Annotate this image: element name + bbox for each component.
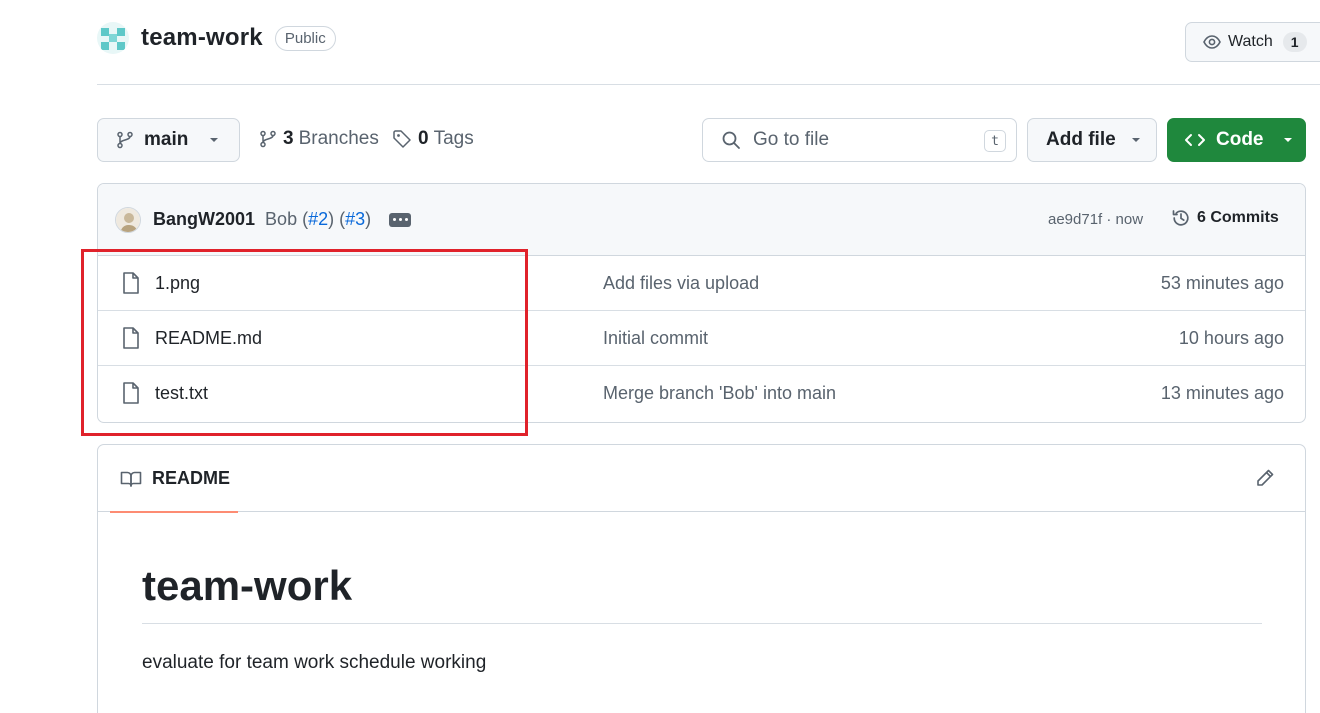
file-icon xyxy=(122,327,140,349)
latest-commit-bar: BangW2001 Bob (#2) (#3) ae9d71f · now 6 … xyxy=(98,184,1305,256)
author-avatar[interactable] xyxy=(115,206,141,233)
file-name[interactable]: 1.png xyxy=(155,273,200,294)
commits-label: 6 Commits xyxy=(1197,209,1279,226)
chevron-down-icon xyxy=(1130,136,1142,144)
watch-button[interactable]: Watch 1 xyxy=(1185,22,1320,62)
file-commit-time: 10 hours ago xyxy=(1178,328,1284,348)
file-commit-message[interactable]: Initial commit xyxy=(603,328,708,349)
visibility-badge: Public xyxy=(274,25,336,51)
history-icon xyxy=(1171,208,1191,228)
tags-label: Tags xyxy=(433,128,474,149)
readme-divider xyxy=(142,623,1262,624)
branches-label: Branches xyxy=(298,128,379,149)
readme-tab-label: README xyxy=(152,468,231,488)
watch-label: Watch xyxy=(1228,33,1273,50)
branch-name: main xyxy=(144,129,189,150)
readme-title: team-work xyxy=(142,562,353,609)
file-icon xyxy=(122,272,140,294)
commit-author[interactable]: BangW2001 xyxy=(153,209,255,230)
file-row[interactable]: 1.png Add files via upload 53 minutes ag… xyxy=(98,256,1305,311)
readme-description: evaluate for team work schedule working xyxy=(142,652,487,673)
watch-count: 1 xyxy=(1282,32,1307,52)
branches-count: 3 xyxy=(283,128,294,149)
branch-icon xyxy=(116,131,134,149)
header-divider xyxy=(97,84,1320,85)
file-name[interactable]: test.txt xyxy=(155,383,208,404)
tags-link[interactable]: 0 Tags xyxy=(392,128,474,150)
go-to-file-input[interactable]: Go to file t xyxy=(702,118,1017,162)
readme-panel: README team-work evaluate for team work … xyxy=(97,444,1306,713)
pencil-icon[interactable] xyxy=(1255,468,1275,488)
repo-header: team-work Public xyxy=(97,22,336,54)
readme-tab[interactable]: README xyxy=(110,445,238,513)
file-commit-time: 13 minutes ago xyxy=(1160,383,1284,403)
book-icon xyxy=(120,470,142,488)
commits-link[interactable]: 6 Commits xyxy=(1171,208,1279,228)
add-file-label: Add file xyxy=(1046,129,1116,150)
pr-link[interactable]: #2 xyxy=(308,209,328,229)
search-icon xyxy=(721,130,741,150)
branch-selector[interactable]: main xyxy=(97,118,240,162)
branches-link[interactable]: 3 Branches xyxy=(259,128,379,150)
file-list: BangW2001 Bob (#2) (#3) ae9d71f · now 6 … xyxy=(97,183,1306,423)
go-to-file-placeholder: Go to file xyxy=(753,129,830,150)
commit-message: Bob (#2) (#3) xyxy=(265,209,372,229)
readme-header: README xyxy=(98,445,1305,513)
file-row[interactable]: test.txt Merge branch 'Bob' into main 13… xyxy=(98,366,1305,421)
code-button[interactable]: Code xyxy=(1167,118,1306,162)
expand-commit-button[interactable] xyxy=(389,212,412,227)
chevron-down-icon xyxy=(208,136,220,144)
code-icon xyxy=(1184,132,1206,148)
file-commit-time: 53 minutes ago xyxy=(1160,273,1284,293)
eye-icon xyxy=(1202,32,1222,52)
file-commit-message[interactable]: Merge branch 'Bob' into main xyxy=(603,383,836,404)
repo-name[interactable]: team-work xyxy=(141,24,263,52)
tags-count: 0 xyxy=(418,128,429,149)
commit-hash[interactable]: ae9d71f · now xyxy=(1048,211,1143,228)
repo-owner-avatar[interactable] xyxy=(97,22,129,54)
pr-link[interactable]: #3 xyxy=(345,209,365,229)
add-file-button[interactable]: Add file xyxy=(1027,118,1157,162)
keyboard-shortcut-hint: t xyxy=(984,130,1006,152)
branch-icon xyxy=(259,130,277,148)
file-commit-message[interactable]: Add files via upload xyxy=(603,273,759,294)
chevron-down-icon xyxy=(1282,136,1294,144)
file-icon xyxy=(122,382,140,404)
file-row[interactable]: README.md Initial commit 10 hours ago xyxy=(98,311,1305,366)
tag-icon xyxy=(392,129,412,149)
file-name[interactable]: README.md xyxy=(155,328,262,349)
code-label: Code xyxy=(1216,129,1264,150)
